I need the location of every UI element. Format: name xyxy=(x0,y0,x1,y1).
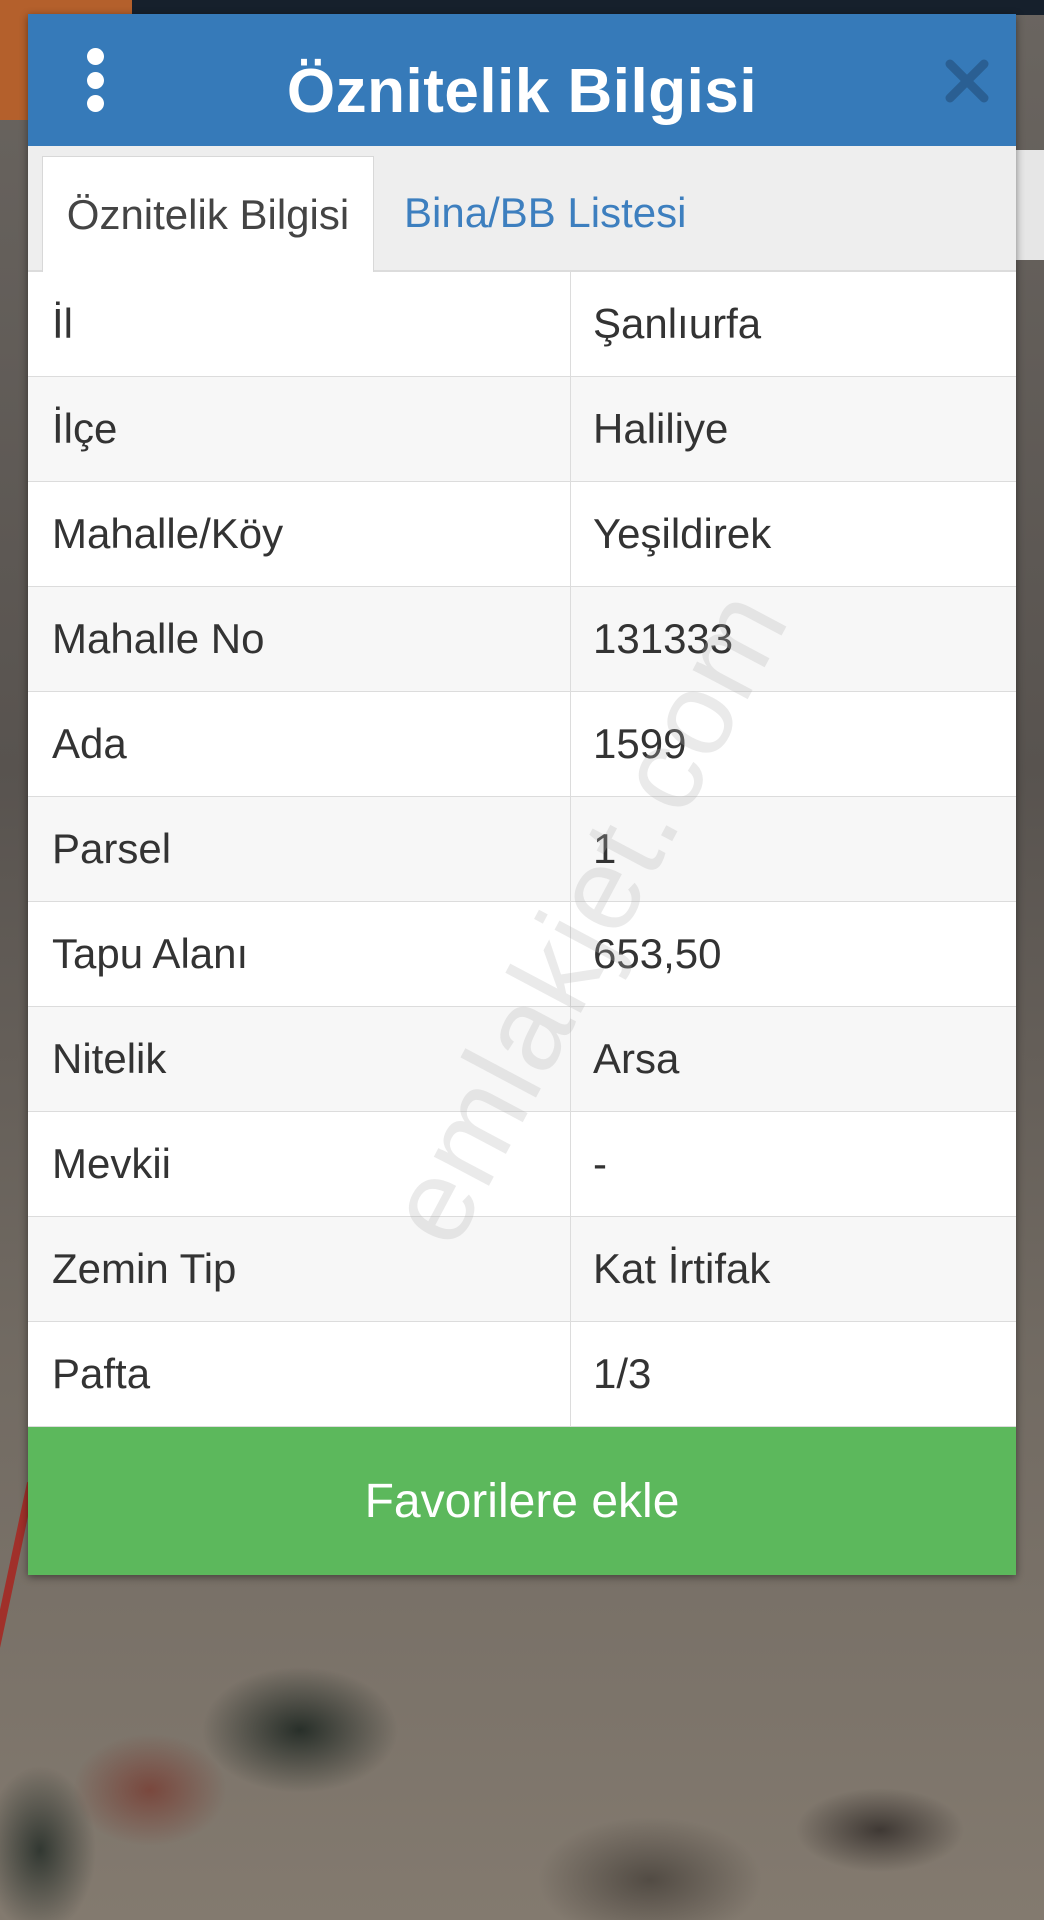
table-row: Mahalle/Köy Yeşildirek xyxy=(28,482,1016,587)
add-to-favorites-button[interactable]: Favorilere ekle xyxy=(28,1427,1016,1575)
attribute-value: 1 xyxy=(593,825,617,872)
attribute-key: Mevkii xyxy=(28,1112,571,1216)
table-row: Tapu Alanı 653,50 xyxy=(28,902,1016,1007)
table-row: Zemin Tip Kat İrtifak xyxy=(28,1217,1016,1322)
tab-building-list[interactable]: Bina/BB Listesi xyxy=(404,156,686,270)
attribute-key: Mahalle No xyxy=(28,587,571,691)
dialog-header: Öznitelik Bilgisi xyxy=(28,14,1016,146)
table-row: Mevkii - xyxy=(28,1112,1016,1217)
attribute-key: İl xyxy=(28,272,571,376)
dialog-title: Öznitelik Bilgisi xyxy=(286,56,758,126)
attribute-value: 131333 xyxy=(593,615,734,662)
attribute-value: 1/3 xyxy=(593,1350,652,1397)
attribute-key: Zemin Tip xyxy=(28,1217,571,1321)
attribute-key: Nitelik xyxy=(28,1007,571,1111)
attribute-value: 1599 xyxy=(593,720,687,767)
table-row: Pafta 1/3 xyxy=(28,1322,1016,1427)
map-control xyxy=(1014,150,1044,260)
tab-attribute-info[interactable]: Öznitelik Bilgisi xyxy=(42,156,374,273)
attribute-value: Kat İrtifak xyxy=(593,1245,771,1292)
table-row: Ada 1599 xyxy=(28,692,1016,797)
attribute-key: Mahalle/Köy xyxy=(28,482,571,586)
tab-bar: Öznitelik Bilgisi Bina/BB Listesi xyxy=(28,146,1016,273)
attribute-key: Ada xyxy=(28,692,571,796)
close-icon[interactable] xyxy=(944,58,990,104)
attribute-value: Arsa xyxy=(593,1035,680,1082)
map-top-bar xyxy=(132,0,1044,15)
attribute-value: 653,50 xyxy=(593,930,722,977)
table-row: Nitelik Arsa xyxy=(28,1007,1016,1112)
table-row: İlçe Haliliye xyxy=(28,377,1016,482)
kebab-menu-icon[interactable] xyxy=(80,48,110,112)
attribute-info-dialog: Öznitelik Bilgisi Öznitelik Bilgisi Bina… xyxy=(28,14,1016,1575)
attribute-value: Şanlıurfa xyxy=(593,300,762,347)
table-row: Parsel 1 xyxy=(28,797,1016,902)
attribute-value: Haliliye xyxy=(593,405,729,452)
attribute-key: Parsel xyxy=(28,797,571,901)
table-row: Mahalle No 131333 xyxy=(28,587,1016,692)
attribute-key: İlçe xyxy=(28,377,571,481)
attribute-key: Tapu Alanı xyxy=(28,902,571,1006)
attribute-value: - xyxy=(593,1140,607,1187)
attribute-table: İl Şanlıurfa İlçe Haliliye Mahalle/Köy Y… xyxy=(28,272,1016,1427)
attribute-key: Pafta xyxy=(28,1322,571,1426)
table-row: İl Şanlıurfa xyxy=(28,272,1016,377)
attribute-value: Yeşildirek xyxy=(593,510,772,557)
